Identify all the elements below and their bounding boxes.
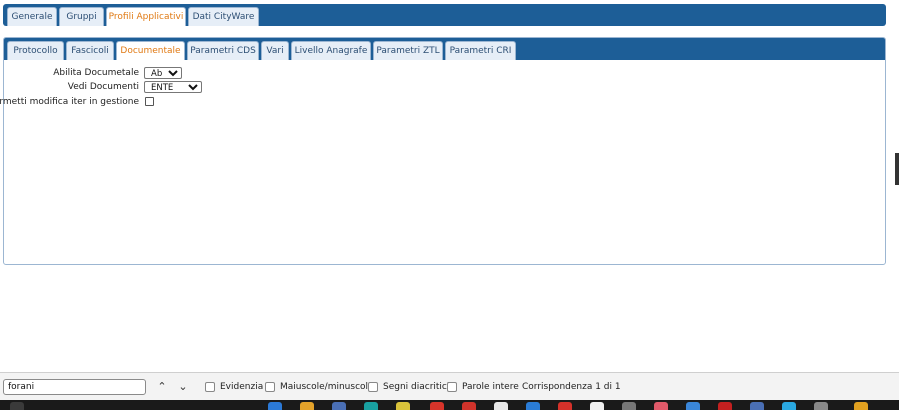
taskbar-folder-icon[interactable]	[300, 402, 314, 410]
chevron-up-icon[interactable]: ⌃	[154, 378, 170, 396]
vedi-label: Vedi Documenti	[67, 82, 139, 92]
tab-vari[interactable]: Vari	[261, 41, 289, 60]
evidenzia-checkbox[interactable]	[205, 381, 215, 392]
taskbar-app-icon[interactable]	[782, 402, 796, 410]
tab-fascicoli[interactable]: Fascicoli	[66, 41, 114, 60]
taskbar-app-icon[interactable]	[526, 402, 540, 410]
abilita-select[interactable]: Abilita	[144, 67, 182, 79]
abilita-row: Abilita Documetale	[0, 67, 139, 79]
taskbar-app-icon[interactable]	[494, 402, 508, 410]
taskbar-app-icon[interactable]	[558, 402, 572, 410]
taskbar-app-icon[interactable]	[854, 402, 868, 410]
permetti-checkbox[interactable]	[145, 97, 154, 106]
parole-intere-checkbox[interactable]	[447, 381, 457, 392]
taskbar-app-icon[interactable]	[430, 402, 444, 410]
taskbar-app-icon[interactable]	[590, 402, 604, 410]
chevron-down-icon[interactable]: ⌄	[175, 378, 191, 396]
opt-diacritici[interactable]: Segni diacritici	[368, 380, 449, 394]
side-scroll-handle[interactable]	[895, 153, 899, 185]
taskbar-app-icon[interactable]	[686, 402, 700, 410]
taskbar-app-icon[interactable]	[622, 402, 636, 410]
tab-livello-anagrafe[interactable]: Livello Anagrafe	[291, 41, 371, 60]
taskbar-app-icon[interactable]	[814, 402, 828, 410]
taskbar-app-icon[interactable]	[718, 402, 732, 410]
tab-parametri-ztl[interactable]: Parametri ZTL	[373, 41, 443, 60]
tab-dati-cityware[interactable]: Dati CityWare	[188, 7, 259, 26]
tab-gruppi[interactable]: Gruppi	[59, 7, 104, 26]
taskbar-app-icon[interactable]	[364, 402, 378, 410]
match-count: Corrispondenza 1 di 1	[522, 382, 621, 392]
diacritici-label: Segni diacritici	[383, 382, 450, 392]
opt-evidenzia[interactable]: Evidenzia	[205, 380, 263, 394]
diacritici-checkbox[interactable]	[368, 381, 378, 392]
taskbar-app-icon[interactable]	[462, 402, 476, 410]
sub-tab-bar: Protocollo Fascicoli Documentale Paramet…	[4, 38, 885, 60]
opt-maiuscole[interactable]: Maiuscole/minuscole	[265, 380, 374, 394]
tab-documentale[interactable]: Documentale	[116, 41, 185, 60]
tab-profili-applicativi[interactable]: Profili Applicativi	[106, 7, 186, 26]
tab-parametri-cri[interactable]: Parametri CRI	[445, 41, 516, 60]
find-input[interactable]	[3, 379, 146, 395]
permetti-row: Permetti modifica iter in gestione	[0, 96, 139, 108]
abilita-label: Abilita Documetale	[53, 68, 139, 78]
taskbar-app-icon[interactable]	[332, 402, 346, 410]
taskbar	[0, 400, 899, 410]
tab-protocollo[interactable]: Protocollo	[7, 41, 64, 60]
taskbar-app-icon[interactable]	[654, 402, 668, 410]
taskbar-app-icon[interactable]	[396, 402, 410, 410]
evidenzia-label: Evidenzia	[220, 382, 264, 392]
main-tab-bar: Generale Gruppi Profili Applicativi Dati…	[3, 4, 886, 26]
maiuscole-checkbox[interactable]	[265, 381, 275, 392]
tab-parametri-cds[interactable]: Parametri CDS	[187, 41, 259, 60]
taskbar-start-icon[interactable]	[10, 402, 24, 410]
opt-parole-intere[interactable]: Parole intere	[447, 380, 519, 394]
find-bar: ⌃ ⌄ Evidenzia Maiuscole/minuscole Segni …	[0, 372, 899, 401]
tab-generale[interactable]: Generale	[7, 7, 57, 26]
maiuscole-label: Maiuscole/minuscole	[280, 382, 374, 392]
taskbar-app-icon[interactable]	[268, 402, 282, 410]
taskbar-app-icon[interactable]	[750, 402, 764, 410]
vedi-documenti-select[interactable]: ENTE	[144, 81, 202, 93]
parole-intere-label: Parole intere	[462, 382, 519, 392]
permetti-label: Permetti modifica iter in gestione	[0, 97, 139, 107]
vedi-row: Vedi Documenti	[0, 81, 139, 93]
